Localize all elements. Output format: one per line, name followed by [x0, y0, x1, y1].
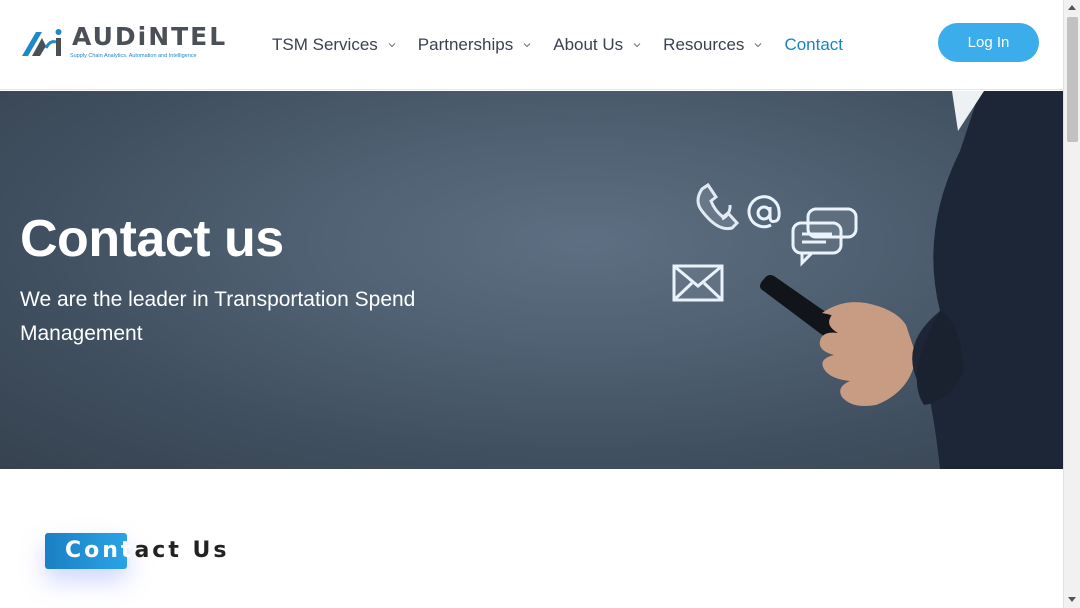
main-nav: TSM Services Partnerships About Us Resou… [272, 33, 865, 57]
phone-icon [696, 182, 740, 231]
scroll-down-icon[interactable] [1068, 597, 1076, 602]
page-scrollbar[interactable] [1063, 0, 1080, 608]
envelope-icon [672, 264, 724, 302]
hand [819, 302, 916, 406]
smartphone [760, 275, 842, 339]
brand-tagline: Supply Chain Analytics, Automation and I… [70, 53, 197, 59]
chat-bubbles-icon [791, 207, 858, 267]
chevron-down-icon [755, 43, 762, 48]
hero-banner: Contact us We are the leader in Transpor… [0, 91, 1063, 469]
nav-item-tsm-services[interactable]: TSM Services [272, 35, 396, 55]
chevron-down-icon [523, 43, 531, 48]
scroll-up-icon[interactable] [1068, 5, 1076, 10]
site-header: AUDiNTEL Supply Chain Analytics, Automat… [0, 0, 1063, 90]
title-highlight: Cont [65, 538, 135, 563]
nav-label: Contact [784, 35, 844, 54]
chevron-down-icon [388, 43, 396, 48]
at-sign-icon [747, 195, 781, 229]
login-button[interactable]: Log In [938, 23, 1039, 62]
nav-item-resources[interactable]: Resources [663, 35, 762, 55]
logo-mark-icon [22, 29, 62, 56]
hero-subtitle: We are the leader in Transportation Spen… [20, 288, 416, 345]
audintel-logo[interactable]: AUDiNTEL Supply Chain Analytics, Automat… [20, 20, 225, 64]
nav-label: Resources [663, 35, 745, 54]
hero-illustration [672, 91, 1063, 469]
nav-label: Partnerships [417, 35, 514, 54]
title-rest: act Us [134, 538, 230, 563]
contact-section-title: Contact Us [65, 538, 229, 563]
hero-title: Contact us [20, 210, 284, 268]
scroll-thumb[interactable] [1067, 17, 1078, 142]
suit [912, 91, 1063, 469]
nav-label: TSM Services [272, 35, 378, 54]
brand-name: AUDiNTEL [72, 22, 228, 51]
nav-item-contact[interactable]: Contact [784, 35, 843, 55]
nav-item-partnerships[interactable]: Partnerships [418, 35, 531, 55]
nav-item-about-us[interactable]: About Us [553, 35, 641, 55]
nav-label: About Us [553, 35, 624, 54]
chevron-down-icon [633, 43, 641, 48]
